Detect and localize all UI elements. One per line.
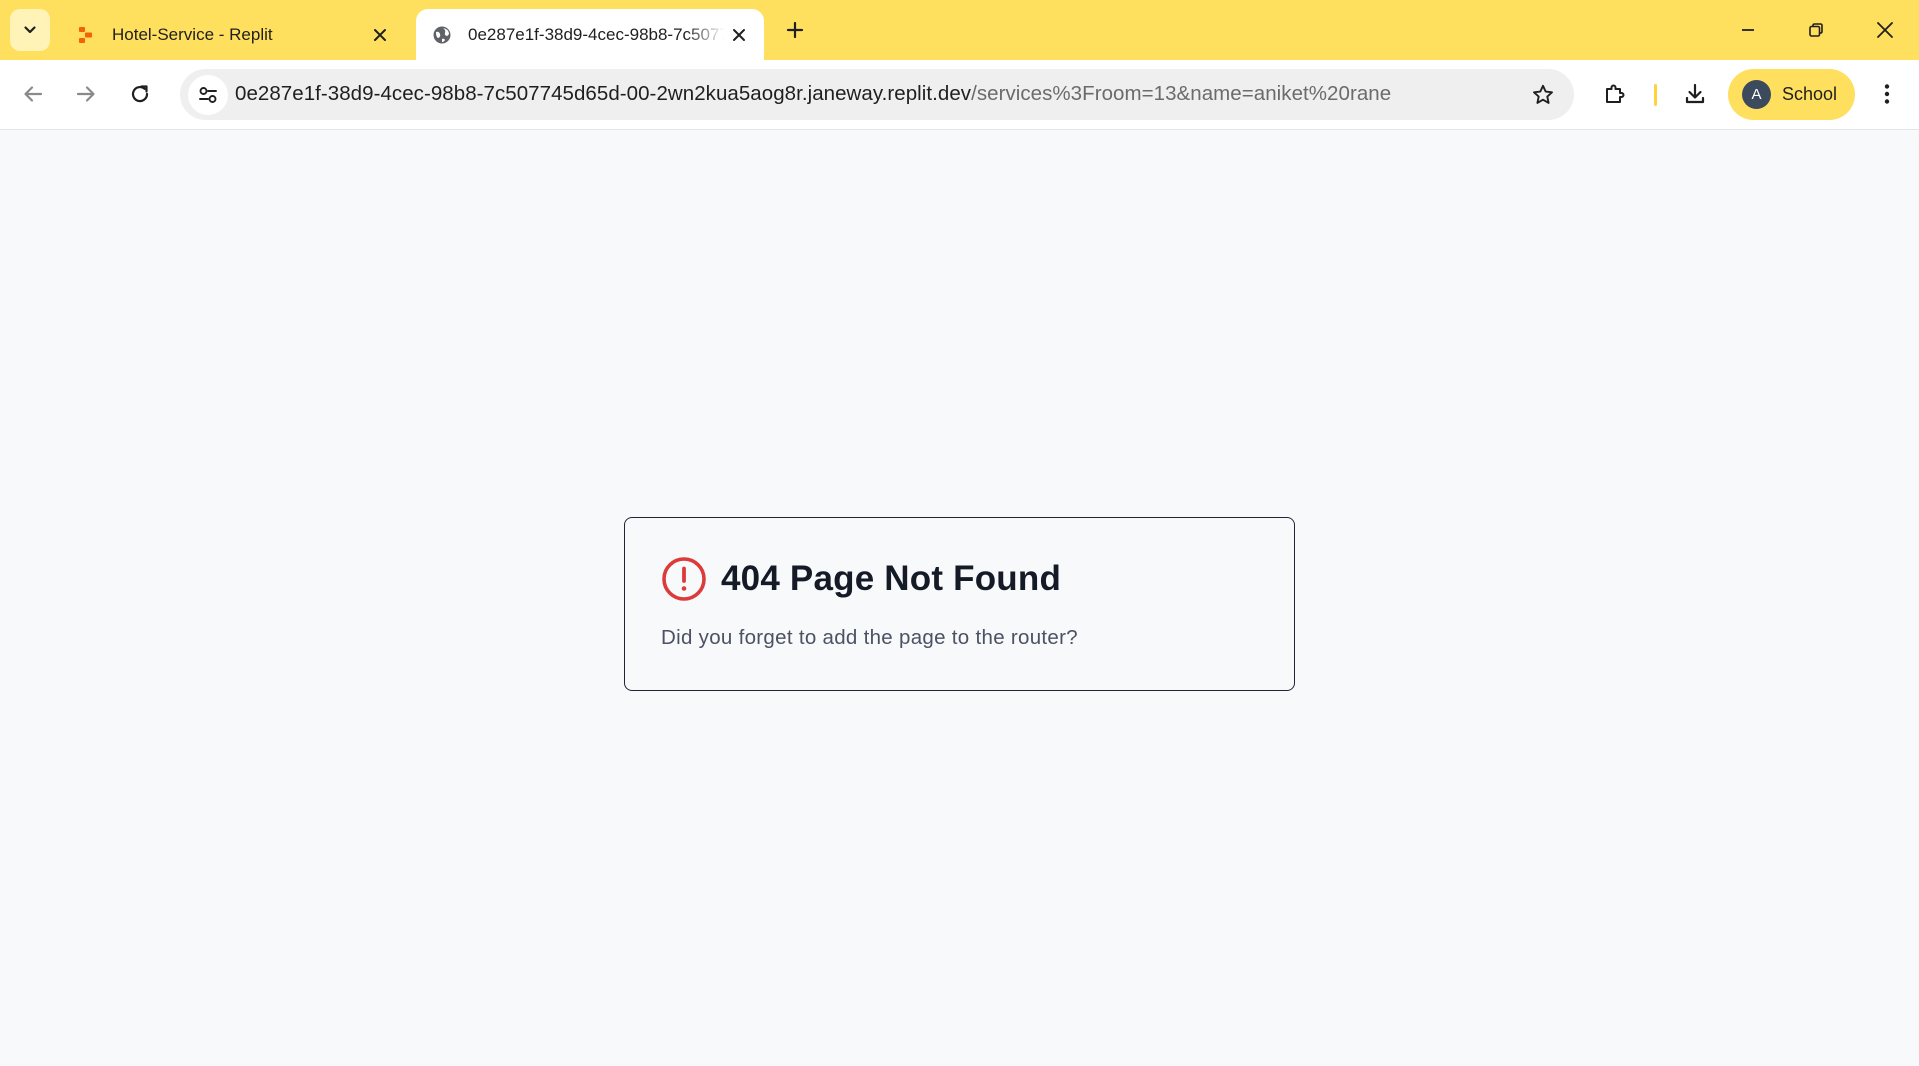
globe-icon: [430, 23, 454, 47]
close-tab-icon[interactable]: [724, 20, 754, 50]
close-tab-icon[interactable]: [365, 20, 395, 50]
close-window-button[interactable]: [1857, 8, 1913, 52]
arrow-right-icon: [76, 86, 95, 102]
menu-button[interactable]: [1867, 74, 1907, 114]
address-bar[interactable]: 0e287e1f-38d9-4cec-98b8-7c507745d65d-00-…: [180, 69, 1574, 120]
downloads-button[interactable]: [1675, 74, 1715, 114]
replit-icon: [74, 23, 98, 47]
tab-title: Hotel-Service - Replit: [112, 24, 273, 44]
star-icon: [1533, 84, 1553, 104]
url-host: 0e287e1f-38d9-4cec-98b8-7c507745d65d-00-…: [235, 82, 972, 105]
error-card: 404 Page Not Found Did you forget to add…: [624, 517, 1295, 691]
restore-icon: [1809, 23, 1823, 37]
error-card-header: 404 Page Not Found: [661, 556, 1061, 602]
toolbar-separator: [1654, 84, 1657, 106]
extensions-button[interactable]: [1595, 74, 1635, 114]
arrow-left-icon: [24, 86, 43, 102]
tab-search-button[interactable]: [10, 9, 50, 51]
reload-button[interactable]: [120, 74, 160, 114]
chevron-down-icon: [24, 26, 36, 34]
bookmark-button[interactable]: [1526, 78, 1560, 112]
minimize-icon: [1742, 29, 1754, 31]
close-icon: [1877, 22, 1893, 38]
tab-hotel-service[interactable]: Hotel-Service - Replit: [60, 9, 405, 60]
url-text[interactable]: 0e287e1f-38d9-4cec-98b8-7c507745d65d-00-…: [235, 82, 1391, 106]
site-info-button[interactable]: [188, 75, 228, 115]
restore-button[interactable]: [1788, 8, 1844, 52]
error-message: Did you forget to add the page to the ro…: [661, 626, 1078, 649]
more-vertical-icon: [1884, 84, 1890, 104]
error-title: 404 Page Not Found: [721, 559, 1062, 598]
tune-icon: [199, 87, 217, 103]
avatar: A: [1742, 80, 1771, 109]
page-content: 404 Page Not Found Did you forget to add…: [0, 130, 1919, 1066]
url-path: /services%3Froom=13&name=aniket%20rane: [971, 82, 1392, 105]
minimize-button[interactable]: [1720, 8, 1776, 52]
new-tab-button[interactable]: [778, 13, 812, 47]
tab-strip: Hotel-Service - Replit 0e287e1f-38d9-4ce…: [0, 0, 1919, 60]
download-icon: [1685, 83, 1705, 104]
profile-label: School: [1782, 84, 1838, 104]
reload-icon: [131, 85, 149, 103]
tab-title: 0e287e1f-38d9-4cec-98b8-7c507745d65d: [468, 24, 724, 44]
puzzle-icon: [1606, 84, 1625, 103]
tab-replit-dev-page[interactable]: 0e287e1f-38d9-4cec-98b8-7c507745d65d: [416, 9, 764, 60]
plus-icon: [786, 21, 804, 39]
alert-circle-icon: [661, 556, 707, 602]
browser-window: Hotel-Service - Replit 0e287e1f-38d9-4ce…: [0, 0, 1919, 1066]
back-button[interactable]: [13, 74, 53, 114]
forward-button[interactable]: [66, 74, 106, 114]
browser-toolbar: 0e287e1f-38d9-4cec-98b8-7c507745d65d-00-…: [0, 60, 1919, 130]
profile-button[interactable]: A School: [1728, 69, 1855, 120]
